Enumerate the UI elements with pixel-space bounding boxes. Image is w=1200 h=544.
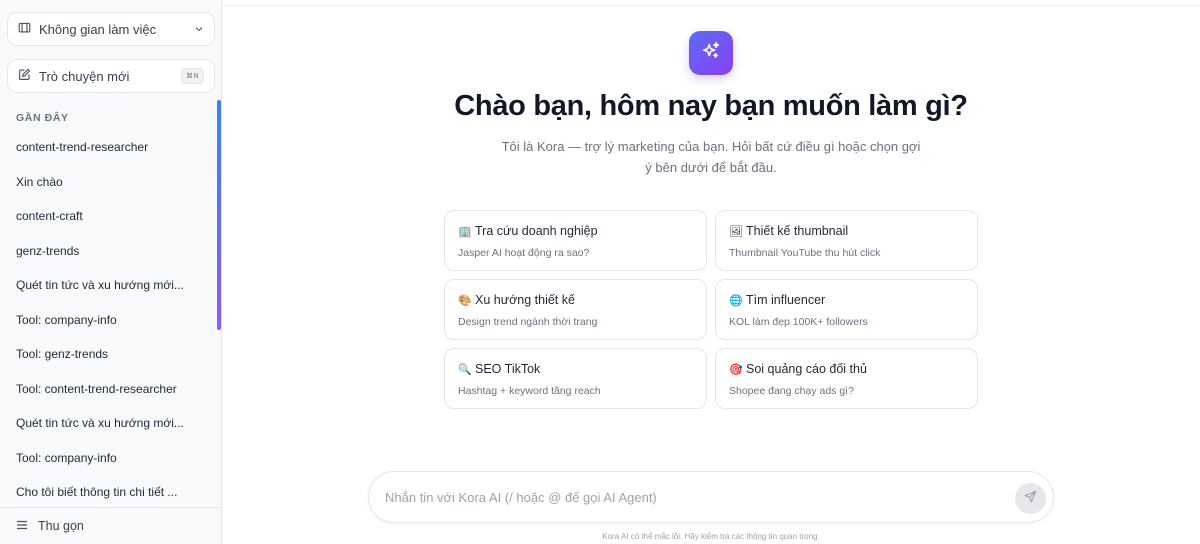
card-title: SEO TikTok	[475, 362, 541, 376]
recent-list: content-trend-researcher Xin chào conten…	[0, 130, 215, 510]
recent-item[interactable]: content-craft	[0, 199, 215, 234]
recent-item[interactable]: Tool: content-trend-researcher	[0, 372, 215, 407]
card-description: Hashtag + keyword tăng reach	[458, 385, 601, 397]
new-chat-label: Trò chuyện mới	[39, 68, 130, 84]
picture-icon: 🖼	[729, 225, 743, 238]
sparkles-icon	[700, 40, 722, 67]
recent-item[interactable]: Tool: company-info	[0, 303, 215, 338]
card-title: Tìm influencer	[746, 293, 826, 307]
recent-item[interactable]: Tool: company-info	[0, 441, 215, 476]
new-chat-button[interactable]: Trò chuyện mới ⌘N	[7, 59, 215, 93]
suggestion-card[interactable]: 🔍 SEO TikTok Hashtag + keyword tăng reach	[444, 348, 707, 409]
recent-section-title: GẦN ĐÂY	[16, 112, 69, 124]
disclaimer: Kora AI có thể mắc lỗi. Hãy kiểm tra các…	[602, 532, 820, 541]
message-composer	[368, 471, 1054, 523]
top-divider	[222, 5, 1200, 6]
workspace-label: Không gian làm việc	[39, 21, 157, 37]
building-icon: 🏢	[458, 225, 472, 238]
recent-item[interactable]: Quét tin tức và xu hướng mới...	[0, 406, 215, 441]
recent-item[interactable]: Xin chào	[0, 165, 215, 200]
workspace-selector[interactable]: Không gian làm việc	[7, 12, 215, 46]
suggestion-card[interactable]: 🏢 Tra cứu doanh nghiệp Jasper AI hoạt độn…	[444, 210, 707, 271]
card-description: KOL làm đẹp 100K+ followers	[729, 316, 868, 328]
send-button[interactable]	[1015, 483, 1046, 514]
recent-item[interactable]: Tool: genz-trends	[0, 337, 215, 372]
magnifier-icon: 🔍	[458, 363, 472, 376]
recent-item[interactable]: content-trend-researcher	[0, 130, 215, 165]
suggestion-card[interactable]: 🎯 Soi quảng cáo đối thủ Shopee đang chạy …	[715, 348, 978, 409]
palette-icon: 🎨	[458, 294, 472, 307]
page-subtitle: Tôi là Kora — trợ lý marketing của bạn. …	[501, 139, 921, 175]
recent-item[interactable]: Cho tôi biết thông tin chi tiết ...	[0, 475, 215, 510]
shortcut-badge: ⌘N	[180, 68, 204, 84]
suggestion-card[interactable]: 🌐 Tìm influencer KOL làm đẹp 100K+ follow…	[715, 279, 978, 340]
page-title: Chào bạn, hôm nay bạn muốn làm gì?	[454, 90, 968, 122]
recent-item[interactable]: Quét tin tức và xu hướng mới...	[0, 268, 215, 303]
target-icon: 🎯	[729, 363, 743, 376]
building-icon	[18, 21, 31, 37]
card-title: Xu hướng thiết kế	[475, 293, 575, 307]
suggestion-card[interactable]: 🎨 Xu hướng thiết kế Design trend ngành th…	[444, 279, 707, 340]
chevron-down-icon	[194, 22, 204, 37]
send-icon	[1024, 490, 1037, 508]
message-input[interactable]	[385, 486, 985, 508]
suggestion-card[interactable]: 🖼 Thiết kế thumbnail Thumbnail YouTube th…	[715, 210, 978, 271]
card-description: Thumbnail YouTube thu hút click	[729, 247, 881, 259]
menu-icon	[16, 519, 28, 534]
globe-icon: 🌐	[729, 294, 743, 307]
recent-item[interactable]: genz-trends	[0, 234, 215, 269]
card-title: Tra cứu doanh nghiệp	[475, 224, 598, 238]
collapse-sidebar-button[interactable]: Thu gọn	[0, 507, 221, 544]
sidebar-scrollbar[interactable]	[217, 100, 221, 330]
card-description: Design trend ngành thời trang	[458, 316, 598, 328]
edit-icon	[18, 68, 31, 84]
card-title: Thiết kế thumbnail	[746, 224, 849, 238]
card-title: Soi quảng cáo đối thủ	[746, 362, 867, 376]
collapse-label: Thu gọn	[38, 519, 84, 533]
card-description: Jasper AI hoạt động ra sao?	[458, 247, 590, 259]
sidebar: Không gian làm việc Trò chuyện mới ⌘N GẦ…	[0, 0, 222, 544]
kora-logo	[689, 31, 733, 75]
card-description: Shopee đang chạy ads gì?	[729, 385, 854, 397]
